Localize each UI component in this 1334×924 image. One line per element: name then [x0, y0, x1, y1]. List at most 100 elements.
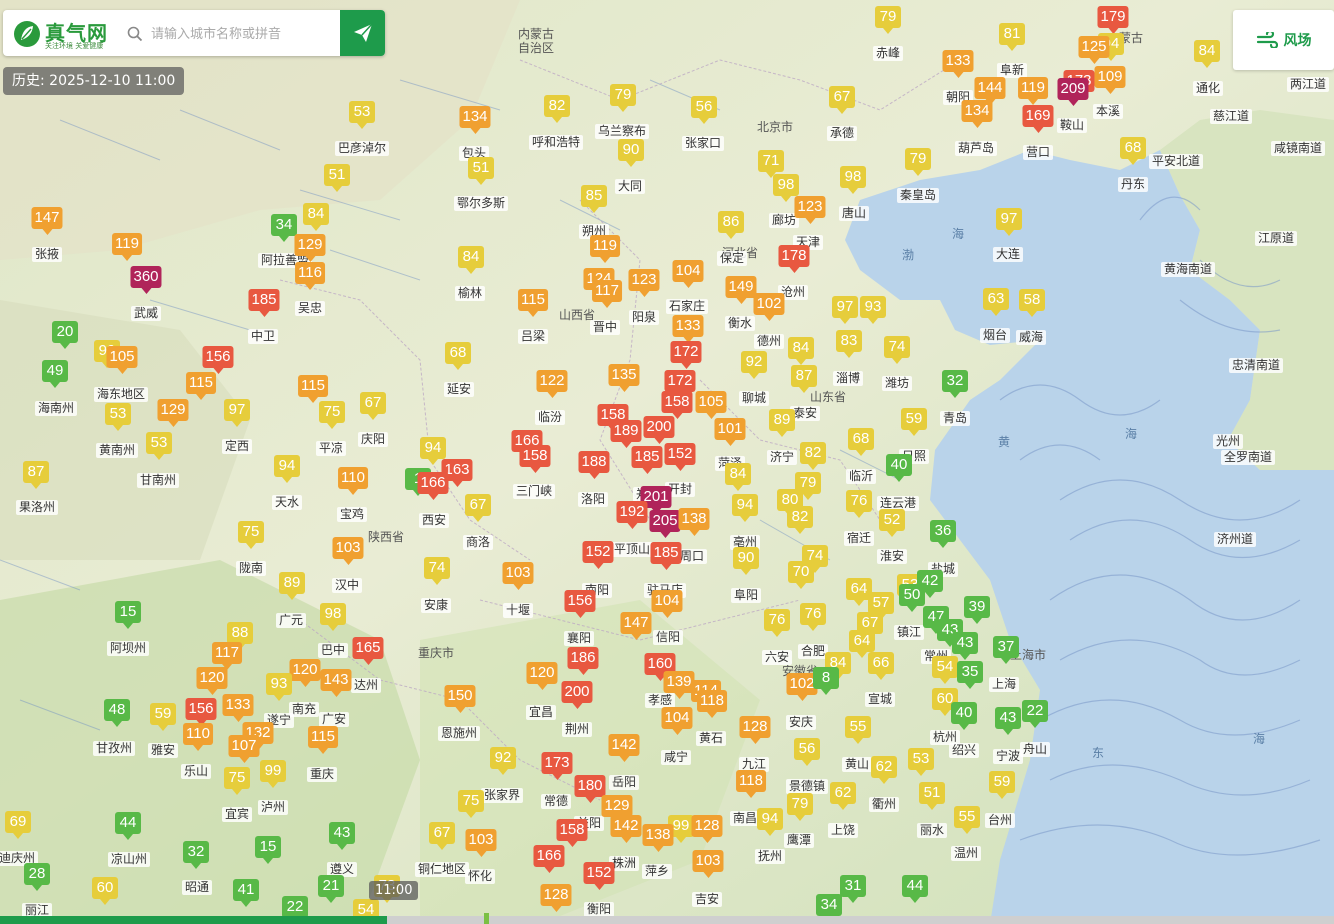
aqi-marker[interactable]: 67 — [465, 494, 491, 522]
aqi-marker[interactable]: 31 — [840, 875, 866, 903]
aqi-marker[interactable]: 166 — [417, 472, 449, 500]
aqi-marker[interactable]: 110 — [338, 467, 368, 495]
aqi-marker[interactable]: 105 — [106, 346, 138, 374]
aqi-marker[interactable]: 129 — [601, 795, 633, 823]
aqi-marker[interactable]: 138 — [642, 824, 674, 852]
aqi-marker[interactable]: 200 — [643, 416, 675, 444]
aqi-marker[interactable]: 188 — [578, 451, 610, 479]
aqi-marker[interactable]: 166 — [533, 845, 565, 873]
aqi-marker[interactable]: 56 — [794, 738, 820, 766]
aqi-marker[interactable]: 74 — [884, 336, 910, 364]
aqi-marker[interactable]: 62 — [871, 756, 897, 784]
aqi-map[interactable]: 内蒙古 自治区内蒙古北京市河北省山西省山东省陕西省重庆市安徽省上海市 渤海黄海东… — [0, 0, 1334, 924]
aqi-marker[interactable]: 149 — [725, 276, 757, 304]
aqi-marker[interactable]: 79 — [875, 6, 901, 34]
aqi-marker[interactable]: 142 — [608, 734, 640, 762]
aqi-marker[interactable]: 99 — [260, 760, 286, 788]
aqi-marker[interactable]: 55 — [954, 806, 980, 834]
aqi-marker[interactable]: 75 — [238, 521, 264, 549]
aqi-marker[interactable]: 70 — [788, 561, 814, 589]
aqi-marker[interactable]: 49 — [42, 360, 68, 388]
aqi-marker[interactable]: 152 — [664, 443, 696, 471]
aqi-marker[interactable]: 34 — [271, 214, 297, 242]
aqi-marker[interactable]: 92 — [741, 351, 767, 379]
aqi-marker[interactable]: 117 — [592, 280, 622, 308]
aqi-marker[interactable]: 139 — [663, 671, 695, 699]
aqi-marker[interactable]: 82 — [800, 442, 826, 470]
aqi-marker[interactable]: 67 — [429, 822, 455, 850]
aqi-marker[interactable]: 147 — [31, 207, 63, 235]
aqi-marker[interactable]: 128 — [540, 884, 572, 912]
aqi-marker[interactable]: 98 — [320, 603, 346, 631]
aqi-marker[interactable]: 40 — [886, 454, 912, 482]
aqi-marker[interactable]: 123 — [794, 196, 826, 224]
aqi-marker[interactable]: 84 — [458, 246, 484, 274]
aqi-marker[interactable]: 53 — [908, 748, 934, 776]
aqi-marker[interactable]: 67 — [829, 86, 855, 114]
aqi-marker[interactable]: 179 — [1097, 6, 1129, 34]
aqi-marker[interactable]: 75 — [319, 401, 345, 429]
aqi-marker[interactable]: 150 — [444, 685, 476, 713]
aqi-marker[interactable]: 51 — [919, 782, 945, 810]
aqi-marker[interactable]: 103 — [332, 537, 364, 565]
aqi-marker[interactable]: 185 — [631, 446, 663, 474]
aqi-marker[interactable]: 85 — [581, 185, 607, 213]
aqi-marker[interactable]: 51 — [324, 164, 350, 192]
aqi-marker[interactable]: 53 — [349, 101, 375, 129]
aqi-marker[interactable]: 37 — [993, 636, 1019, 664]
aqi-marker[interactable]: 122 — [536, 370, 568, 398]
aqi-marker[interactable]: 101 — [714, 418, 746, 446]
aqi-marker[interactable]: 88 — [227, 622, 253, 650]
aqi-marker[interactable]: 200 — [561, 681, 593, 709]
aqi-marker[interactable]: 44 — [115, 812, 141, 840]
aqi-marker[interactable]: 76 — [764, 609, 790, 637]
aqi-marker[interactable]: 110 — [183, 723, 213, 751]
aqi-marker[interactable]: 185 — [248, 289, 280, 317]
aqi-marker[interactable]: 82 — [787, 506, 813, 534]
aqi-marker[interactable]: 360 — [130, 266, 162, 294]
aqi-marker[interactable]: 55 — [845, 716, 871, 744]
aqi-marker[interactable]: 118 — [697, 690, 727, 718]
aqi-marker[interactable]: 128 — [739, 716, 771, 744]
aqi-marker[interactable]: 21 — [318, 875, 344, 903]
aqi-marker[interactable]: 119 — [590, 235, 620, 263]
aqi-marker[interactable]: 8 — [813, 667, 839, 695]
aqi-marker[interactable]: 129 — [294, 234, 326, 262]
search-submit-button[interactable] — [340, 10, 385, 56]
aqi-marker[interactable]: 79 — [905, 148, 931, 176]
aqi-marker[interactable]: 53 — [105, 403, 131, 431]
aqi-marker[interactable]: 120 — [289, 659, 321, 687]
timeline-bar[interactable] — [0, 916, 1334, 924]
aqi-marker[interactable]: 35 — [957, 661, 983, 689]
aqi-marker[interactable]: 60 — [92, 877, 118, 905]
aqi-marker[interactable]: 104 — [672, 260, 704, 288]
aqi-marker[interactable]: 52 — [879, 509, 905, 537]
aqi-marker[interactable]: 133 — [222, 694, 254, 722]
aqi-marker[interactable]: 40 — [951, 702, 977, 730]
aqi-marker[interactable]: 169 — [1022, 105, 1054, 133]
aqi-marker[interactable]: 189 — [610, 420, 642, 448]
aqi-marker[interactable]: 152 — [583, 862, 615, 890]
logo[interactable]: 真气网 关注环境 关爱健康 — [13, 17, 125, 51]
aqi-marker[interactable]: 87 — [791, 365, 817, 393]
aqi-marker[interactable]: 68 — [1120, 137, 1146, 165]
aqi-marker[interactable]: 178 — [778, 245, 810, 273]
aqi-marker[interactable]: 90 — [733, 547, 759, 575]
aqi-marker[interactable]: 98 — [773, 174, 799, 202]
aqi-marker[interactable]: 94 — [757, 808, 783, 836]
aqi-marker[interactable]: 97 — [996, 208, 1022, 236]
aqi-marker[interactable]: 74 — [424, 557, 450, 585]
aqi-marker[interactable]: 58 — [1019, 289, 1045, 317]
aqi-marker[interactable]: 75 — [224, 767, 250, 795]
aqi-marker[interactable]: 134 — [961, 100, 993, 128]
aqi-marker[interactable]: 120 — [526, 662, 558, 690]
aqi-marker[interactable]: 205 — [649, 510, 681, 538]
aqi-marker[interactable]: 125 — [1078, 36, 1110, 64]
aqi-marker[interactable]: 68 — [445, 342, 471, 370]
aqi-marker[interactable]: 104 — [651, 590, 683, 618]
aqi-marker[interactable]: 104 — [661, 707, 693, 735]
aqi-marker[interactable]: 39 — [964, 596, 990, 624]
aqi-marker[interactable]: 186 — [567, 647, 599, 675]
aqi-marker[interactable]: 116 — [295, 262, 325, 290]
aqi-marker[interactable]: 129 — [157, 399, 189, 427]
